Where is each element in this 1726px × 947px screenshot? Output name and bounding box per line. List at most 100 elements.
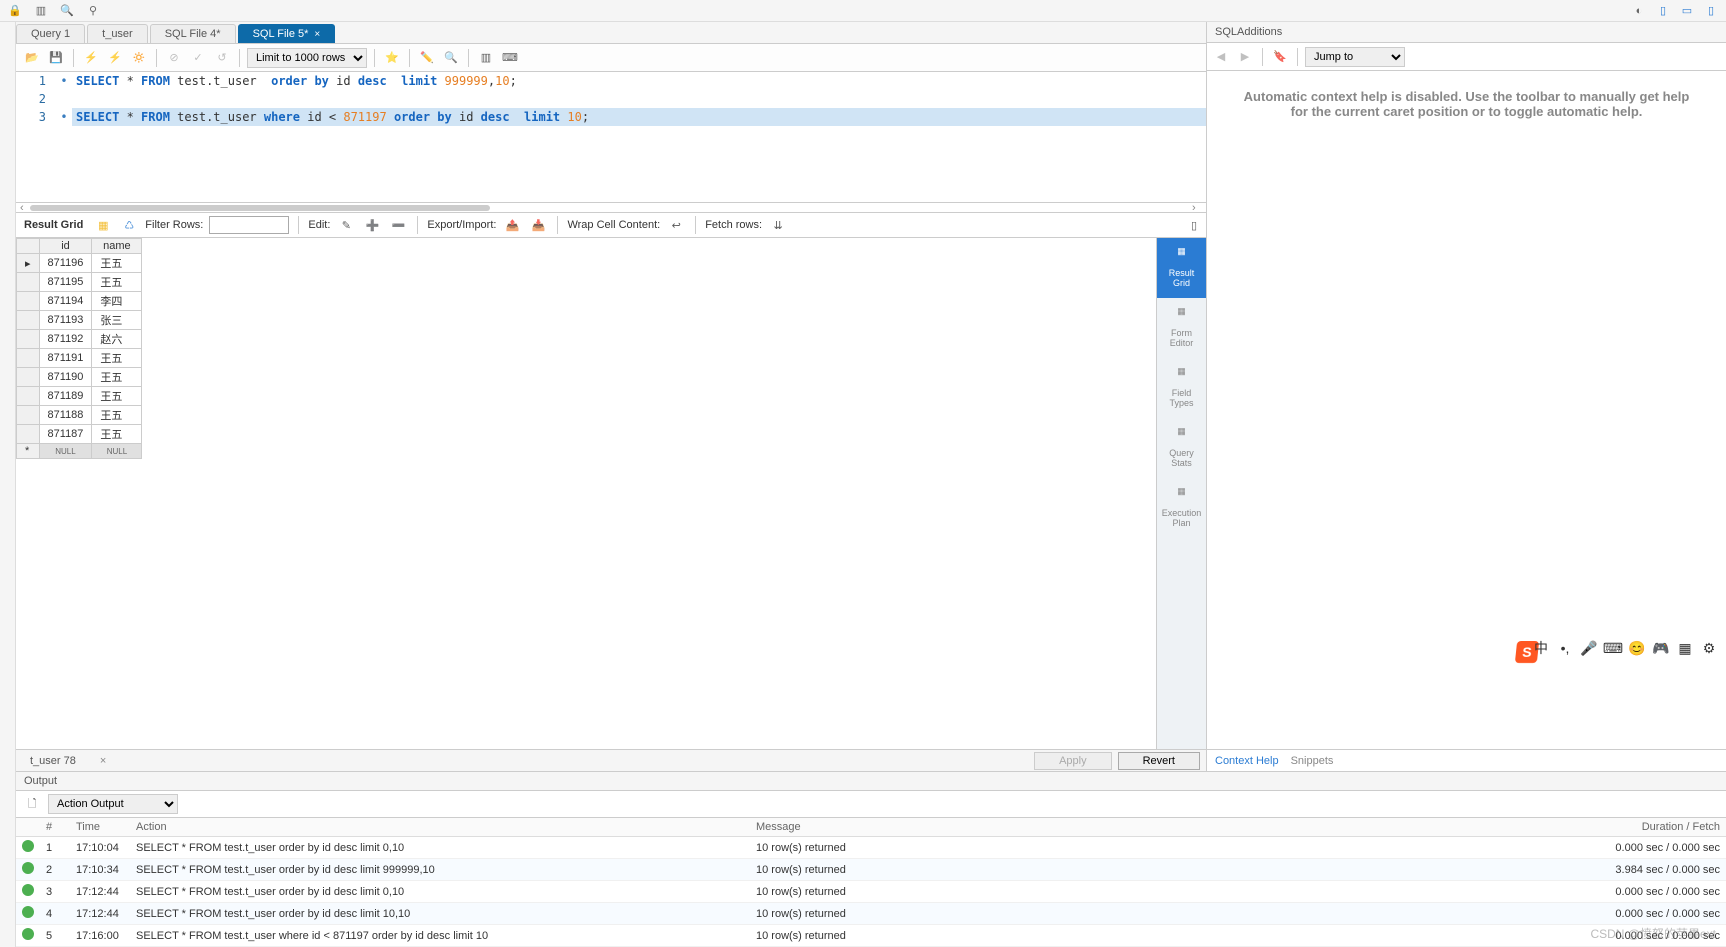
pin-icon[interactable]: ▯ [1186,215,1202,235]
keyboard-icon[interactable]: ⌨ [500,48,520,68]
find-icon[interactable]: 🔍 [441,48,461,68]
execute-icon[interactable]: ⚡ [81,48,101,68]
table-row[interactable]: 871192赵六 [17,330,142,349]
panel-icon-1[interactable]: ▯ [1654,2,1672,20]
table-row[interactable]: 871195王五 [17,273,142,292]
ime-face-icon[interactable]: 😊 [1628,639,1646,657]
add-row-icon[interactable]: ➕ [362,215,382,235]
delete-row-icon[interactable]: ➖ [388,215,408,235]
left-gutter [0,22,16,947]
filter-label: Filter Rows: [145,219,203,231]
close-tab-icon[interactable]: × [92,753,114,769]
table-row[interactable]: ▸871196王五 [17,254,142,273]
icon-2[interactable]: ▥ [32,2,50,20]
open-icon[interactable]: 📂 [22,48,42,68]
status-ok-icon [22,928,34,940]
execute-cursor-icon[interactable]: ⚡ [105,48,125,68]
output-table: #TimeActionMessageDuration / Fetch 117:1… [16,818,1726,947]
jump-select[interactable]: Jump to [1305,47,1405,67]
revert-button[interactable]: Revert [1118,752,1200,770]
editor-tab[interactable]: SQL File 5*× [238,24,336,43]
grid-icon[interactable]: ▦ [93,215,113,235]
editor-tab[interactable]: SQL File 4* [150,24,236,43]
sql-editor[interactable]: 1•SELECT * FROM test.t_user order by id … [16,72,1206,202]
ime-game-icon[interactable]: 🎮 [1652,639,1670,657]
table-row[interactable]: 871194李四 [17,292,142,311]
limit-select[interactable]: Limit to 1000 rows [247,48,367,68]
sql-additions-toolbar: ◀ ▶ 🔖 Jump to [1207,43,1726,71]
fetch-icon[interactable]: ⇊ [768,215,788,235]
table-row[interactable]: 871191王五 [17,349,142,368]
explain-icon[interactable]: 🔅 [129,48,149,68]
output-row[interactable]: 517:16:00SELECT * FROM test.t_user where… [16,925,1726,947]
editor-scrollbar[interactable]: ‹› [16,202,1206,212]
forward-icon: ▶ [1235,47,1255,67]
editor-tab[interactable]: t_user [87,24,148,43]
ime-grid-icon[interactable]: ▦ [1676,639,1694,657]
table-row[interactable]: 871193张三 [17,311,142,330]
output-row[interactable]: 417:12:44SELECT * FROM test.t_user order… [16,903,1726,925]
side-tab[interactable]: ▦Result Grid [1157,238,1206,298]
top-toolbar: 🔒 ▥ 🔍 ⚲ ◐ ▯ ▭ ▯ [0,0,1726,22]
result-tab[interactable]: t_user 78 [22,753,84,769]
refresh-icon[interactable]: ♺ [119,215,139,235]
additions-footer-tabs: Context Help Snippets [1207,749,1726,771]
side-tab[interactable]: ▦Form Editor [1157,298,1206,358]
table-row[interactable]: 871190王五 [17,368,142,387]
zoom-icon[interactable]: 🔍 [58,2,76,20]
help-text: Automatic context help is disabled. Use … [1207,71,1726,137]
edit-label: Edit: [308,219,330,231]
side-tab[interactable]: ▦Query Stats [1157,418,1206,478]
table-row[interactable]: 871187王五 [17,425,142,444]
result-grid[interactable]: idname▸871196王五871195王五871194李四871193张三8… [16,238,1156,749]
output-clear-icon[interactable]: 🗋 [22,794,42,814]
side-tab[interactable]: ▦Field Types [1157,358,1206,418]
table-row[interactable]: 871189王五 [17,387,142,406]
import-icon[interactable]: 📥 [528,215,548,235]
status-ok-icon [22,906,34,918]
main-container: Query 1t_userSQL File 4*SQL File 5*× 📂 💾… [0,22,1726,947]
fetch-label: Fetch rows: [705,219,762,231]
output-row[interactable]: 117:10:04SELECT * FROM test.t_user order… [16,837,1726,859]
sql-additions-title: SQLAdditions [1207,22,1726,43]
export-icon[interactable]: 📤 [502,215,522,235]
table-row[interactable]: 871188王五 [17,406,142,425]
snippet-icon[interactable]: ▥ [476,48,496,68]
ime-zh-icon[interactable]: 中 [1532,639,1550,657]
beautify-icon[interactable]: ✏️ [417,48,437,68]
footer-tabs: t_user 78 × Apply Revert [16,749,1206,771]
editor-toolbar: 📂 💾 ⚡ ⚡ 🔅 ⊘ ✓ ↺ Limit to 1000 rows ⭐ ✏️ … [16,44,1206,72]
context-help-tab[interactable]: Context Help [1215,755,1279,767]
apply-button[interactable]: Apply [1034,752,1112,770]
status-ok-icon [22,840,34,852]
circle-icon[interactable]: ◐ [1630,2,1648,20]
ime-kbd-icon[interactable]: ⌨ [1604,639,1622,657]
icon-4[interactable]: ⚲ [84,2,102,20]
rollback-icon: ↺ [212,48,232,68]
star-icon[interactable]: ⭐ [382,48,402,68]
output-row[interactable]: 317:12:44SELECT * FROM test.t_user order… [16,881,1726,903]
editor-tab[interactable]: Query 1 [16,24,85,43]
wrap-icon[interactable]: ↩ [666,215,686,235]
output-row[interactable]: 217:10:34SELECT * FROM test.t_user order… [16,859,1726,881]
status-ok-icon [22,862,34,874]
side-tab[interactable]: ▦Execution Plan [1157,478,1206,538]
icon-1[interactable]: 🔒 [6,2,24,20]
ime-mic-icon[interactable]: 🎤 [1580,639,1598,657]
output-select[interactable]: Action Output [48,794,178,814]
filter-input[interactable] [209,216,289,234]
panel-icon-2[interactable]: ▭ [1678,2,1696,20]
result-grid-label: Result Grid [20,219,87,231]
export-label: Export/Import: [427,219,496,231]
save-icon[interactable]: 💾 [46,48,66,68]
help-icon[interactable]: 🔖 [1270,47,1290,67]
results-area: idname▸871196王五871195王五871194李四871193张三8… [16,238,1206,749]
ime-dot-icon[interactable]: •, [1556,639,1574,657]
main-content: Query 1t_userSQL File 4*SQL File 5*× 📂 💾… [16,22,1726,947]
sql-additions-panel: SQLAdditions ◀ ▶ 🔖 Jump to Automatic con… [1206,22,1726,771]
panel-icon-3[interactable]: ▯ [1702,2,1720,20]
commit-icon: ✓ [188,48,208,68]
snippets-tab[interactable]: Snippets [1291,755,1334,767]
edit-icon[interactable]: ✎ [336,215,356,235]
ime-gear-icon[interactable]: ⚙ [1700,639,1718,657]
